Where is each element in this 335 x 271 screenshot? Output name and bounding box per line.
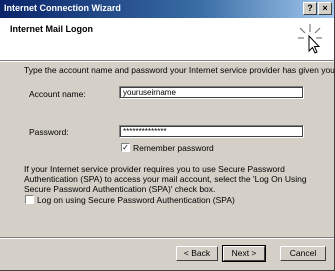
title-bar[interactable]: Internet Connection Wizard ? × <box>0 0 334 18</box>
spa-label[interactable]: Log on using Secure Password Authenticat… <box>37 195 235 205</box>
footer-divider <box>0 237 334 239</box>
wizard-header: Internet Mail Logon <box>0 18 334 61</box>
account-name-input[interactable]: youruseirname <box>119 86 304 99</box>
password-input[interactable]: ************** <box>119 125 304 138</box>
wizard-sparkle-icon <box>298 24 322 54</box>
header-divider <box>0 61 334 62</box>
password-label: Password: <box>29 127 69 137</box>
account-name-label: Account name: <box>29 89 86 99</box>
remember-password-checkbox[interactable]: ✓ <box>121 143 130 152</box>
wizard-window: Internet Connection Wizard ? × Internet … <box>0 0 335 271</box>
page-title: Internet Mail Logon <box>10 24 93 34</box>
spa-info-text: If your Internet service provider requir… <box>24 164 307 194</box>
help-button[interactable]: ? <box>303 2 317 15</box>
back-button[interactable]: < Back <box>176 246 218 261</box>
spa-checkbox[interactable] <box>25 195 34 204</box>
close-button[interactable]: × <box>318 2 332 15</box>
intro-text: Type the account name and password your … <box>24 65 335 75</box>
next-button[interactable]: Next > <box>222 245 266 262</box>
remember-password-label[interactable]: Remember password <box>133 143 214 153</box>
cancel-button[interactable]: Cancel <box>280 246 326 261</box>
window-title: Internet Connection Wizard <box>4 3 121 13</box>
